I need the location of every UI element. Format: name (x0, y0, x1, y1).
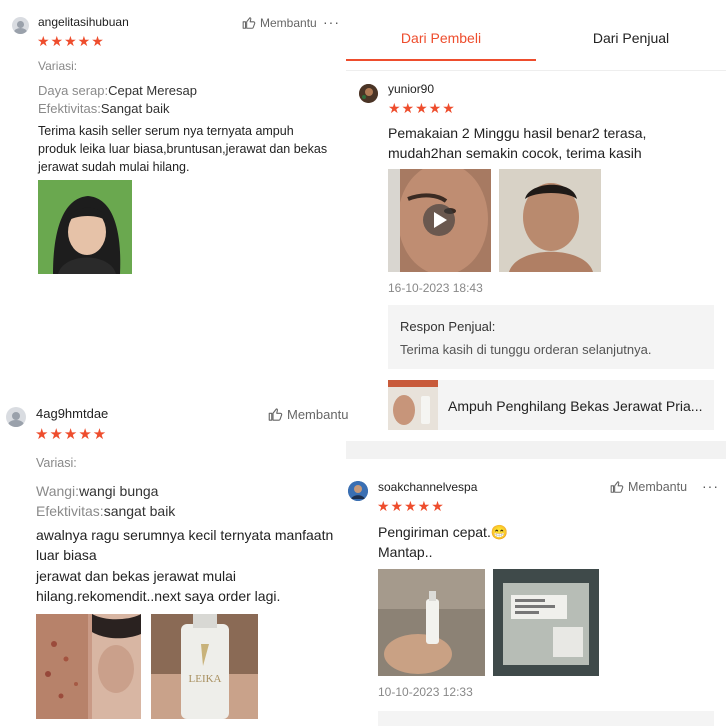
reviewer-name[interactable]: angelitasihubuan (38, 15, 129, 29)
review-photo[interactable] (378, 569, 485, 676)
svg-text:LEIKA: LEIKA (189, 673, 222, 685)
helpful-button[interactable]: Membantu (268, 407, 348, 422)
product-card[interactable]: Ampuh Penghilang Bekas Jerawat Pria... (388, 380, 714, 430)
helpful-button[interactable]: Membantu (242, 16, 317, 30)
avatar (6, 407, 26, 427)
attribute-effectiveness: Efektivitas:Sangat baik (38, 101, 170, 116)
helpful-label: Membantu (260, 16, 317, 30)
rating-stars: ★★★★★ (35, 426, 108, 443)
tab-active-underline (346, 59, 536, 61)
more-options-icon[interactable]: ··· (323, 14, 340, 30)
review-text: Terima kasih seller serum nya ternyata a… (38, 124, 328, 174)
attribute-absorption: Daya serap:Cepat Meresap (38, 83, 197, 98)
attribute-key: Daya serap: (38, 83, 109, 98)
review-text-line: mudah2han semakin cocok, terima kasih (388, 145, 642, 161)
thumbs-up-icon (242, 17, 256, 29)
review-photo[interactable]: LEIKA (151, 614, 258, 719)
review-text-line: awalnya ragu serumnya kecil ternyata man… (36, 527, 334, 543)
review-text-line: jerawat dan bekas jerawat mulai (36, 568, 236, 584)
attribute-effectiveness: Efektivitas:sangat baik (36, 503, 175, 519)
seller-response-text: Terima kasih di tunggu orderan selanjutn… (400, 342, 652, 357)
product-name: Ampuh Penghilang Bekas Jerawat Pria... (448, 398, 703, 414)
attribute-key: Efektivitas: (38, 101, 101, 116)
avatar (348, 481, 368, 501)
reviewer-name[interactable]: yunior90 (388, 82, 434, 96)
reviewer-name[interactable]: 4ag9hmtdae (36, 406, 108, 421)
rating-stars: ★★★★★ (388, 100, 456, 116)
tab-from-seller[interactable]: Dari Penjual (536, 30, 726, 46)
helpful-label: Membantu (628, 480, 688, 494)
variant-label: Variasi: (36, 456, 77, 470)
helpful-label: Membantu (287, 407, 349, 422)
section-divider (346, 441, 726, 459)
seller-response (378, 711, 714, 726)
attribute-key: Efektivitas: (36, 503, 104, 519)
review-video-thumbnail[interactable] (388, 169, 491, 272)
rating-stars: ★★★★★ (377, 498, 445, 514)
review-text-line: Mantap.. (378, 544, 433, 560)
seller-response-title: Respon Penjual: (400, 319, 496, 334)
attribute-value: Sangat baik (100, 101, 170, 116)
review-text-line: luar biasa (36, 547, 97, 563)
review-photo[interactable] (493, 569, 599, 676)
attribute-key: Wangi: (36, 483, 80, 499)
avatar (359, 84, 378, 103)
review-photo[interactable] (38, 180, 132, 274)
product-thumbnail (388, 380, 438, 430)
review-text-line: hilang.rekomendit..next saya order lagi. (36, 588, 281, 604)
tab-from-buyer[interactable]: Dari Pembeli (346, 30, 536, 46)
review-text-line: Pemakaian 2 Minggu hasil benar2 terasa, (388, 125, 647, 141)
review-timestamp: 16-10-2023 18:43 (388, 281, 483, 295)
thumbs-up-icon (610, 481, 624, 493)
avatar (12, 17, 29, 34)
more-options-icon[interactable]: ··· (702, 478, 719, 494)
attribute-value: sangat baik (103, 503, 176, 519)
rating-stars: ★★★★★ (37, 33, 105, 49)
attribute-scent: Wangi:wangi bunga (36, 483, 158, 499)
review-photo[interactable] (36, 614, 141, 719)
tab-bar: Dari Pembeli Dari Penjual (346, 8, 726, 71)
review-timestamp: 10-10-2023 12:33 (378, 685, 473, 699)
variant-label: Variasi: (38, 59, 78, 73)
seller-response: Respon Penjual: Terima kasih di tunggu o… (388, 305, 714, 369)
reviewer-name[interactable]: soakchannelvespa (378, 480, 477, 494)
review-text-line: Pengiriman cepat.😁 (378, 524, 509, 540)
thumbs-up-icon (268, 408, 283, 421)
helpful-button[interactable]: Membantu (610, 480, 687, 494)
attribute-value: Cepat Meresap (108, 83, 197, 98)
review-photo[interactable] (499, 169, 601, 272)
attribute-value: wangi bunga (79, 483, 159, 499)
